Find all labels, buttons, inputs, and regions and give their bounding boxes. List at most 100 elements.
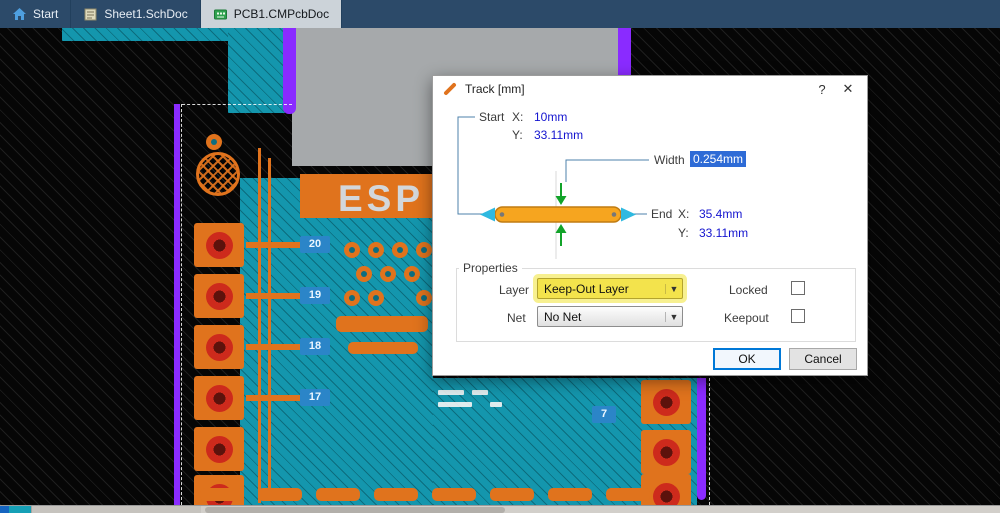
via[interactable] — [206, 134, 222, 150]
edge-pad — [316, 488, 360, 501]
through-hole-pad[interactable] — [194, 325, 244, 369]
properties-group: Layer Keep-Out Layer ▼ Locked Net No Net… — [456, 268, 856, 342]
through-hole-pad[interactable] — [194, 376, 244, 420]
via[interactable] — [344, 242, 360, 258]
keepout-track-vertical — [283, 28, 296, 114]
layer-dropdown-value: Keep-Out Layer — [544, 281, 629, 296]
end-x-label: X: — [678, 207, 690, 221]
edge-pad — [606, 488, 650, 501]
net-dropdown-value: No Net — [544, 309, 582, 324]
via[interactable] — [416, 290, 432, 306]
silkscreen-mark — [438, 402, 472, 407]
properties-legend: Properties — [459, 261, 522, 275]
tab-start[interactable]: Start — [0, 0, 72, 28]
copper-trace — [246, 395, 302, 401]
through-hole-pad[interactable] — [641, 430, 691, 474]
end-y-value[interactable]: 33.11mm — [699, 226, 748, 240]
via[interactable] — [356, 266, 372, 282]
ok-button[interactable]: OK — [713, 348, 781, 370]
through-hole-pad[interactable] — [194, 427, 244, 471]
silkscreen-text: ESP — [338, 178, 425, 219]
panel-tab-teal[interactable] — [9, 506, 31, 513]
schematic-doc-icon — [83, 7, 98, 22]
tab-label: Start — [33, 7, 59, 21]
silkscreen-mark — [438, 390, 464, 395]
through-hole-pad[interactable] — [194, 274, 244, 318]
home-icon — [12, 7, 27, 22]
copper-trace — [246, 293, 302, 299]
via[interactable] — [404, 266, 420, 282]
cancel-button[interactable]: Cancel — [789, 348, 857, 370]
pin-number-tag[interactable]: 18 — [300, 338, 330, 355]
end-x-value[interactable]: 35.4mm — [699, 207, 742, 221]
locked-checkbox[interactable] — [791, 281, 805, 295]
pcb-doc-icon — [213, 7, 228, 22]
copper-trace — [258, 148, 261, 503]
horizontal-scrollbar[interactable] — [0, 505, 1000, 513]
copper-trace — [268, 158, 271, 498]
through-hole-pad[interactable] — [194, 223, 244, 267]
help-button[interactable]: ? — [813, 82, 831, 97]
edge-pad — [548, 488, 592, 501]
panel-tab-strip[interactable] — [31, 506, 201, 513]
tab-sheet1-schdoc[interactable]: Sheet1.SchDoc — [71, 0, 201, 28]
locked-label: Locked — [729, 283, 768, 297]
edge-pad — [490, 488, 534, 501]
copper-pad-rect — [348, 342, 418, 354]
copper-plane-region — [228, 28, 285, 113]
dialog-title-bar[interactable]: Track [mm] ? ✕ — [433, 76, 867, 102]
edge-pad — [374, 488, 418, 501]
pin-number-tag[interactable]: 19 — [300, 287, 330, 304]
edge-pad — [432, 488, 476, 501]
width-value[interactable]: 0.254mm — [690, 151, 747, 167]
via[interactable] — [392, 242, 408, 258]
room-outline-dashed — [709, 378, 710, 505]
app-window: Start Sheet1.SchDoc PCB1.CMPcbDoc ESP 20… — [0, 0, 1000, 513]
panel-tab-blue[interactable] — [0, 506, 9, 513]
edge-pad — [200, 488, 244, 501]
copper-trace — [246, 242, 302, 248]
room-outline-dashed — [182, 104, 292, 105]
through-hole-pad[interactable] — [641, 380, 691, 424]
silkscreen-mark — [472, 390, 488, 395]
via[interactable] — [368, 290, 384, 306]
copper-pad-rect — [336, 316, 428, 332]
tab-pcb1-cmpcbdoc[interactable]: PCB1.CMPcbDoc — [200, 0, 343, 28]
net-label: Net — [507, 311, 526, 325]
track-preview-graphic — [457, 116, 649, 259]
layer-dropdown[interactable]: Keep-Out Layer ▼ — [537, 278, 683, 299]
layer-label: Layer — [499, 283, 530, 297]
close-icon[interactable]: ✕ — [839, 81, 857, 97]
start-y-label: Y: — [512, 128, 523, 142]
tab-label: Sheet1.SchDoc — [104, 7, 188, 21]
silkscreen-mark — [490, 402, 502, 407]
pin-number-tag[interactable]: 20 — [300, 236, 330, 253]
board-outline-left — [174, 104, 180, 505]
via[interactable] — [368, 242, 384, 258]
dialog-title: Track [mm] — [465, 82, 525, 96]
mounting-hole-keepout[interactable] — [196, 152, 240, 196]
track-icon — [443, 82, 457, 96]
tab-label: PCB1.CMPcbDoc — [233, 7, 330, 21]
board-outline-right — [697, 378, 706, 500]
net-dropdown[interactable]: No Net ▼ — [537, 306, 683, 327]
end-label: End — [651, 207, 673, 221]
document-tab-bar: Start Sheet1.SchDoc PCB1.CMPcbDoc — [0, 0, 1000, 28]
pin-number-tag[interactable]: 7 — [592, 406, 616, 423]
scrollbar-thumb[interactable] — [205, 507, 505, 513]
keepout-checkbox[interactable] — [791, 309, 805, 323]
keepout-track-vertical — [618, 28, 631, 78]
via[interactable] — [380, 266, 396, 282]
via[interactable] — [344, 290, 360, 306]
chevron-down-icon: ▼ — [665, 283, 682, 294]
start-x-label: X: — [512, 110, 524, 124]
chevron-down-icon: ▼ — [665, 311, 682, 322]
pin-number-tag[interactable]: 17 — [300, 389, 330, 406]
via[interactable] — [416, 242, 432, 258]
start-x-value[interactable]: 10mm — [534, 110, 567, 124]
start-label: Start — [479, 110, 505, 124]
keepout-label: Keepout — [724, 311, 769, 325]
edge-pad — [258, 488, 302, 501]
start-y-value[interactable]: 33.11mm — [534, 128, 583, 142]
room-outline-dashed — [181, 104, 182, 505]
